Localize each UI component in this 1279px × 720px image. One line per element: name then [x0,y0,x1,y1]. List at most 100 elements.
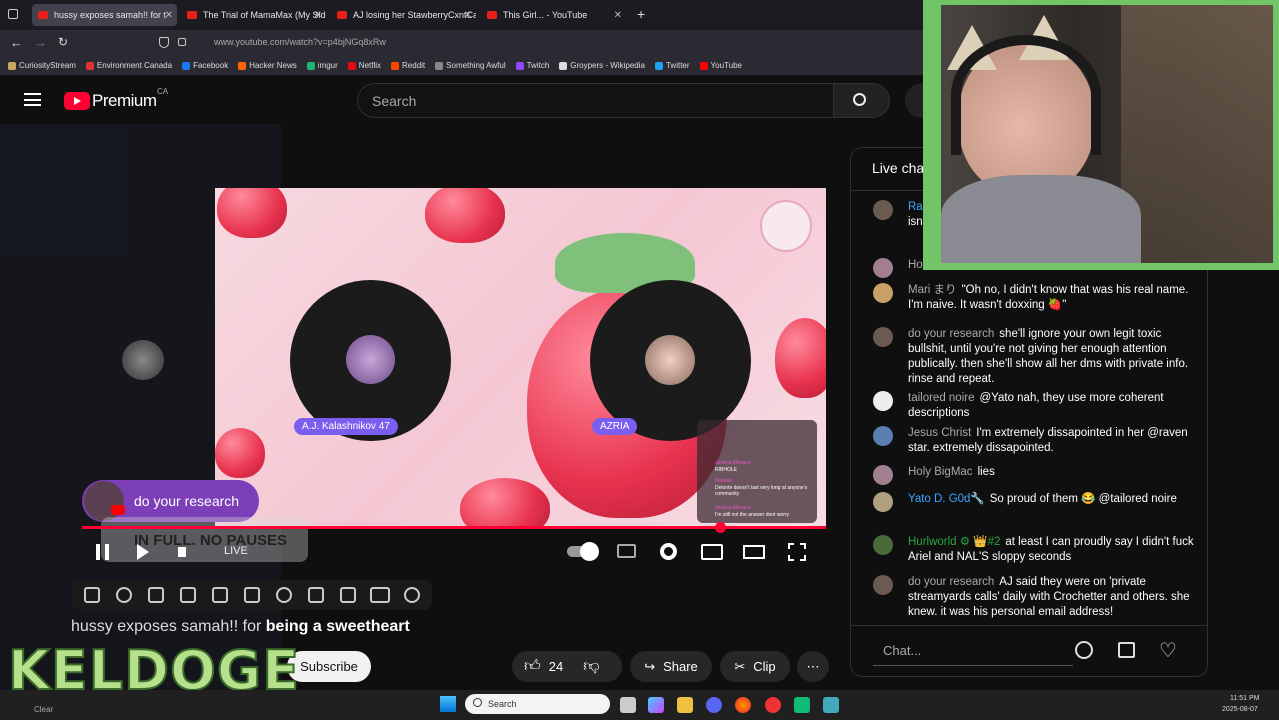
bookmark-item[interactable]: Environment Canada [85,61,173,70]
bookmark-item[interactable]: YouTube [699,61,742,70]
youtube-favicon-icon [38,11,48,19]
chat-input[interactable]: Chat... [873,636,1073,666]
taskbar-search[interactable]: Search [465,694,610,714]
emoji-icon[interactable] [1075,641,1093,659]
miniplayer-icon[interactable] [701,544,723,560]
tab-4[interactable]: This Girl... - YouTube ✕ [481,4,626,26]
share-button[interactable]: ↪ Share [630,651,712,682]
fullscreen-icon[interactable] [788,543,806,561]
bookmark-item[interactable]: Something Awful [435,61,506,70]
tab-title: This Girl... - YouTube [503,10,588,20]
tab-overview-icon[interactable] [8,9,18,19]
copilot-icon[interactable] [648,697,664,713]
chat-author: do your research [908,576,995,588]
search-icon [473,698,482,707]
gear-icon[interactable] [404,587,420,603]
bookmark-item[interactable]: Reddit [391,61,425,70]
app-icon[interactable] [794,697,810,713]
chat-author: tailored noire [908,392,975,404]
task-view-icon[interactable] [620,697,636,713]
new-tab-icon[interactable]: + [637,6,645,22]
tab-2[interactable]: The Trial of MamaMax (My Side ✕ [181,4,326,26]
close-tab-icon[interactable]: ✕ [614,10,622,21]
close-tab-icon[interactable]: ✕ [464,10,472,21]
youtube-premium-label: Premium [92,91,157,110]
streamer-body [941,175,1141,263]
file-explorer-icon[interactable] [677,697,693,713]
clip-label: Clip [753,659,776,674]
bookmark-item[interactable]: Groypers - Wikipedia [559,61,645,70]
film-icon[interactable] [180,587,196,603]
bookmark-item[interactable]: Facebook [182,61,228,70]
chat-avatar [873,391,893,411]
camera-icon[interactable] [340,587,356,603]
frame-icon[interactable] [244,587,260,603]
close-tab-icon[interactable]: ✕ [165,10,173,21]
tab-3[interactable]: AJ losing her StawberryCxntCal ✕ [331,4,476,26]
theater-mode-icon[interactable] [743,545,765,559]
chat-avatar [873,426,893,446]
youtube-favicon-icon [487,11,497,19]
volume-icon[interactable] [178,547,186,557]
clock-time: 11:51 PM [1230,695,1260,702]
aspect-icon[interactable] [212,587,228,603]
settings-gear-icon[interactable] [660,543,677,560]
thumbs-up-icon[interactable]: 👍︎ [524,657,541,676]
autoplay-toggle[interactable] [567,542,599,561]
start-icon[interactable] [440,696,456,712]
eye-icon[interactable] [148,587,164,603]
url-bar[interactable]: www.youtube.com/watch?v=p4bjNGq8xRw [214,37,386,47]
live-indicator: LIVE [224,545,248,557]
bookmark-label: Twitch [526,61,550,70]
loop-icon[interactable] [84,587,100,603]
super-chat-icon[interactable] [1118,642,1135,658]
chat-author: Mari まり [908,284,957,296]
bookmark-label: Environment Canada [96,61,173,70]
heart-icon[interactable]: ♡ [1159,638,1177,663]
keyboard-icon[interactable] [370,587,390,603]
chat-text: lies [977,466,995,478]
bookmark-item[interactable]: Netflix [347,61,381,70]
close-tab-icon[interactable]: ✕ [314,10,322,21]
broadcast-icon[interactable] [116,587,132,603]
chat-message: Jesus Christ I'm extremely dissapointed i… [873,426,1198,456]
participant-name-left: A.J. Kalashnikov 47 [294,418,398,435]
back-arrow-icon[interactable]: ← [10,35,23,50]
pause-icon[interactable] [96,544,109,560]
discord-icon[interactable] [706,697,722,713]
headphones [951,35,1101,155]
search-input[interactable]: Search [357,83,834,118]
speed-icon[interactable] [276,587,292,603]
add-icon[interactable] [308,587,324,603]
bookmark-item[interactable]: CuriosityStream [8,61,76,70]
bookmark-label: imgur [317,61,338,70]
chat-avatar [873,465,893,485]
clip-button[interactable]: ✂ Clip [720,651,790,682]
firefox-icon[interactable] [735,697,751,713]
youtube-logo-icon[interactable] [64,92,90,110]
bookmark-label: Reddit [402,61,426,70]
reload-icon[interactable]: ↻ [58,35,68,49]
lock-icon[interactable] [178,38,186,46]
tab-title: hussy exposes samah!! for t [54,10,167,20]
forward-arrow-icon[interactable]: → [34,35,47,50]
hamburger-menu-icon[interactable] [24,93,41,106]
notepad-icon[interactable] [823,697,839,713]
shield-icon[interactable] [159,37,169,48]
captions-icon[interactable] [617,544,636,558]
bookmark-item[interactable]: Twitch [515,61,550,70]
like-dislike-group: 👍︎ 24 👎︎ [512,651,622,682]
chat-author: Holy BigMac [908,466,973,478]
chat-avatar [873,492,893,512]
bookmark-item[interactable]: Hacker News [238,61,297,70]
tab-1[interactable]: hussy exposes samah!! for t ✕ [32,4,177,26]
app-icon[interactable] [765,697,781,713]
chat-message: do your research AJ said they were on 'pr… [873,575,1198,620]
bookmark-item[interactable]: imgur [306,61,338,70]
more-actions-button[interactable]: ⋯ [797,651,829,682]
bookmark-label: CuriosityStream [19,61,76,70]
thumbs-down-icon[interactable]: 👎︎ [583,657,599,676]
next-icon[interactable] [137,544,149,560]
bookmark-item[interactable]: Twitter [654,61,690,70]
search-button[interactable] [834,83,890,118]
